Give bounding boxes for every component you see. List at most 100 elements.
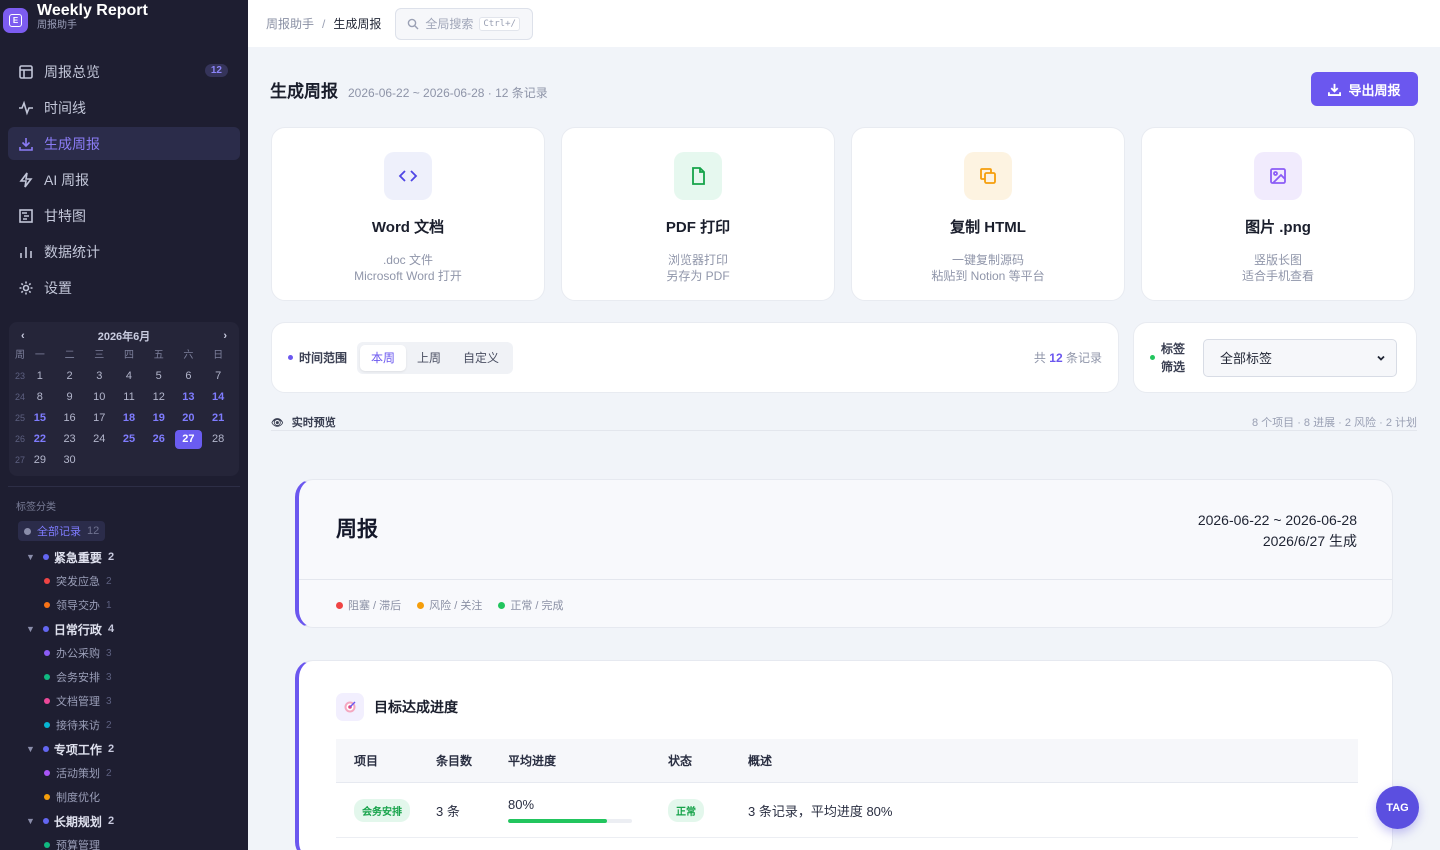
calendar-day[interactable]: 25 — [114, 429, 144, 450]
sidebar-item-generate[interactable]: 生成周报 — [8, 127, 240, 160]
calendar-day[interactable]: 13 — [174, 387, 204, 408]
week-number: 24 — [15, 392, 26, 402]
calendar-day[interactable]: 21 — [203, 408, 233, 429]
goal-table: 项目 条目数 平均进度 状态 概述 会务安排 3 条 80% 正常 3 条记录，… — [336, 739, 1358, 838]
tag-dot — [24, 527, 31, 535]
tag-group[interactable]: ▼ 专项工作 2 — [0, 737, 248, 761]
brand-title: Weekly Report — [37, 2, 148, 19]
pdf-card-icon-box — [674, 152, 722, 200]
export-card-pdf[interactable]: PDF 打印 浏览器打印 另存为 PDF — [561, 127, 835, 301]
sidebar-item-settings[interactable]: 设置 — [8, 271, 240, 304]
sidebar: E Weekly Report 周报助手 周报总览 12 时间线 生成周报 AI… — [0, 0, 248, 850]
range-option-this-week[interactable]: 本周 — [360, 344, 407, 371]
tag-item[interactable]: 文档管理 3 — [0, 689, 248, 713]
tag-item[interactable]: 办公采购 3 — [0, 641, 248, 665]
preview-label: 实时预览 — [291, 416, 336, 429]
card-title: 复制 HTML — [950, 219, 1026, 236]
calendar-day[interactable]: 9 — [55, 387, 85, 408]
calendar-day[interactable]: 27 — [174, 430, 203, 449]
tag-item[interactable]: 预算管理 — [0, 833, 248, 850]
preview-stats: 8 个项目 · 8 进展 · 2 风险 · 2 计划 — [1251, 416, 1417, 429]
layout-icon — [19, 64, 33, 79]
calendar-day[interactable]: 20 — [174, 408, 204, 429]
calendar-day[interactable]: 19 — [144, 408, 174, 429]
calendar-day[interactable]: 23 — [55, 429, 85, 450]
tag-item[interactable]: 会务安排 3 — [0, 665, 248, 689]
range-option-last-week[interactable]: 上周 — [406, 345, 452, 371]
time-range-label: 时间范围 — [288, 349, 347, 366]
calendar-day[interactable]: 7 — [203, 366, 233, 387]
calendar-day[interactable]: 11 — [114, 387, 144, 408]
week-number: 27 — [15, 455, 26, 465]
item-count: 3 条 — [436, 803, 460, 819]
calendar-day[interactable]: 14 — [203, 387, 233, 408]
calendar-day[interactable]: 17 — [84, 408, 114, 429]
calendar-day[interactable]: 1 — [25, 366, 55, 387]
calendar-day[interactable]: 6 — [174, 366, 204, 387]
card-title: 图片 .png — [1245, 219, 1311, 236]
week-number: 25 — [15, 413, 26, 423]
tag-all-records[interactable]: 全部记录 12 — [18, 521, 106, 541]
export-card-word[interactable]: Word 文档 .doc 文件 Microsoft Word 打开 — [271, 127, 545, 301]
calendar-day[interactable]: 5 — [144, 366, 174, 387]
tag-item[interactable]: 制度优化 — [0, 785, 248, 809]
export-report-button[interactable]: 导出周报 — [1311, 72, 1418, 106]
sidebar-item-stats[interactable]: 数据统计 — [8, 235, 240, 268]
calendar-day[interactable]: 10 — [84, 387, 114, 408]
tag-item[interactable]: 领导交办 1 — [0, 593, 248, 617]
tag-item[interactable]: 接待来访 2 — [0, 713, 248, 737]
page-subtitle: 2026-06-22 ~ 2026-06-28 · 12 条记录 — [348, 86, 548, 100]
calendar-day[interactable]: 15 — [25, 408, 55, 429]
export-card-png[interactable]: 图片 .png 竖版长图 适合手机查看 — [1141, 127, 1415, 301]
calendar-day[interactable]: 18 — [114, 408, 144, 429]
tag-filter-select[interactable]: 全部标签 — [1203, 338, 1397, 377]
sidebar-item-overview[interactable]: 周报总览 12 — [8, 55, 240, 88]
tag-group[interactable]: ▼ 长期规划 2 — [0, 809, 248, 833]
calendar-day[interactable]: 8 — [25, 387, 55, 408]
main-content: 生成周报 2026-06-22 ~ 2026-06-28 · 12 条记录 导出… — [248, 47, 1440, 850]
weekday-header: 一 — [34, 350, 45, 361]
search-input[interactable]: 全局搜索 Ctrl+/ — [395, 7, 534, 40]
calendar-prev-button[interactable]: ‹ — [21, 330, 25, 342]
brand: E Weekly Report 周报助手 — [0, 0, 248, 40]
breadcrumb-root[interactable]: 周报助手 — [266, 17, 314, 31]
table-row: 会务安排 3 条 80% 正常 3 条记录，平均进度 80% — [336, 783, 1358, 838]
search-shortcut: Ctrl+/ — [479, 16, 520, 31]
calendar-day[interactable]: 12 — [144, 387, 174, 408]
calendar-day[interactable]: 16 — [55, 408, 85, 429]
tag-group[interactable]: ▼ 日常行政 4 — [0, 617, 248, 641]
calendar-day[interactable]: 22 — [25, 429, 55, 450]
weekday-header: 日 — [213, 350, 224, 361]
report-date-range: 2026-06-22 ~ 2026-06-28 — [1197, 512, 1357, 528]
sidebar-item-timeline[interactable]: 时间线 — [8, 91, 240, 124]
caret-down-icon: ▼ — [26, 552, 35, 562]
tag-fab-button[interactable]: TAG — [1376, 786, 1419, 829]
png-card-icon-box — [1254, 152, 1302, 200]
calendar-day[interactable]: 29 — [25, 450, 55, 471]
calendar-day[interactable]: 4 — [114, 366, 144, 387]
legend-risk: 风险 / 关注 — [417, 597, 482, 613]
calendar-day[interactable]: 28 — [203, 429, 233, 450]
card-description: .doc 文件 Microsoft Word 打开 — [354, 253, 462, 283]
range-option-custom[interactable]: 自定义 — [452, 345, 510, 371]
html-card-icon-box — [964, 152, 1012, 200]
calendar-next-button[interactable]: › — [223, 330, 227, 342]
calendar-day[interactable]: 30 — [55, 450, 85, 471]
calendar-grid: 周一二三四五六日 23 1 2 3 4 5 6 7 24 8 9 10 11 12 13 14 25 15 16 17 1… — [15, 346, 233, 471]
sidebar-item-ai[interactable]: AI 周报 — [8, 163, 240, 196]
tag-group[interactable]: ▼ 紧急重要 2 — [0, 545, 248, 569]
export-card-html[interactable]: 复制 HTML 一键复制源码 粘贴到 Notion 等平台 — [851, 127, 1125, 301]
mini-calendar: ‹ 2026年6月 › 周一二三四五六日 23 1 2 3 4 5 6 7 24 8 9 10 11 12 1… — [9, 322, 239, 476]
calendar-day[interactable]: 24 — [84, 429, 114, 450]
search-icon — [408, 18, 419, 29]
calendar-day[interactable]: 3 — [84, 366, 114, 387]
record-count: 共 12 条记录 — [1033, 351, 1102, 365]
calendar-day[interactable]: 2 — [55, 366, 85, 387]
sidebar-item-gantt[interactable]: 甘特图 — [8, 199, 240, 232]
tag-tree: ▼ 紧急重要 2 突发应急 2 领导交办 1 ▼ 日常行政 4 办公采购 3 会务安排 3 文档管理 3 接待来… — [0, 545, 248, 850]
goal-title: 目标达成进度 — [374, 699, 458, 715]
tag-item[interactable]: 活动策划 2 — [0, 761, 248, 785]
tag-item[interactable]: 突发应急 2 — [0, 569, 248, 593]
project-tag: 会务安排 — [354, 798, 410, 822]
calendar-day[interactable]: 26 — [144, 429, 174, 450]
